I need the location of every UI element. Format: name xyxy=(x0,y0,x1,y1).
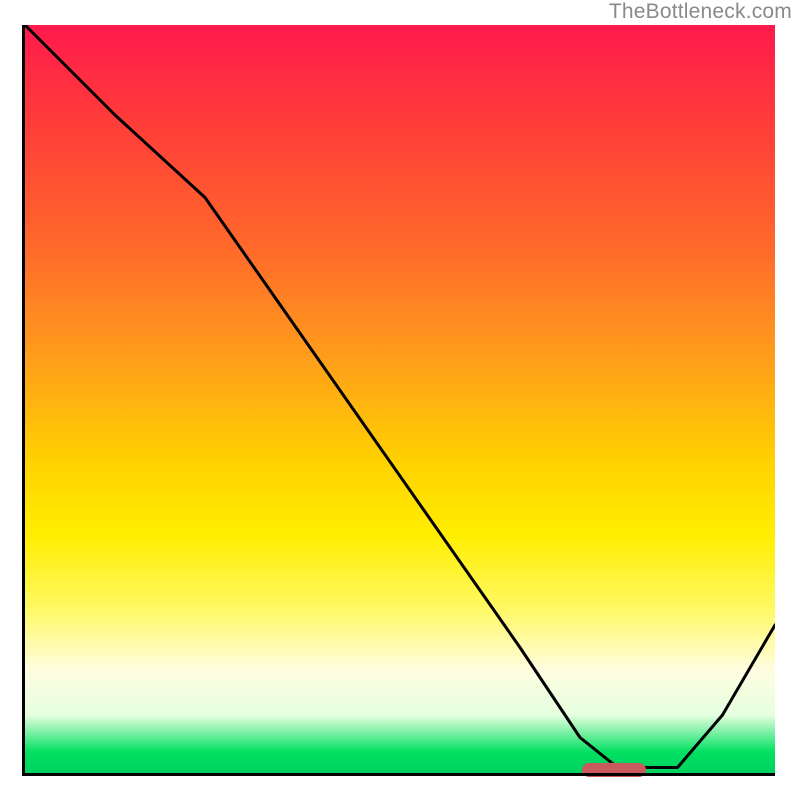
x-axis xyxy=(22,773,775,776)
watermark-text: TheBottleneck.com xyxy=(609,0,792,24)
chart-container: TheBottleneck.com xyxy=(0,0,800,800)
gradient-plot-area xyxy=(25,25,775,775)
y-axis xyxy=(22,25,25,775)
